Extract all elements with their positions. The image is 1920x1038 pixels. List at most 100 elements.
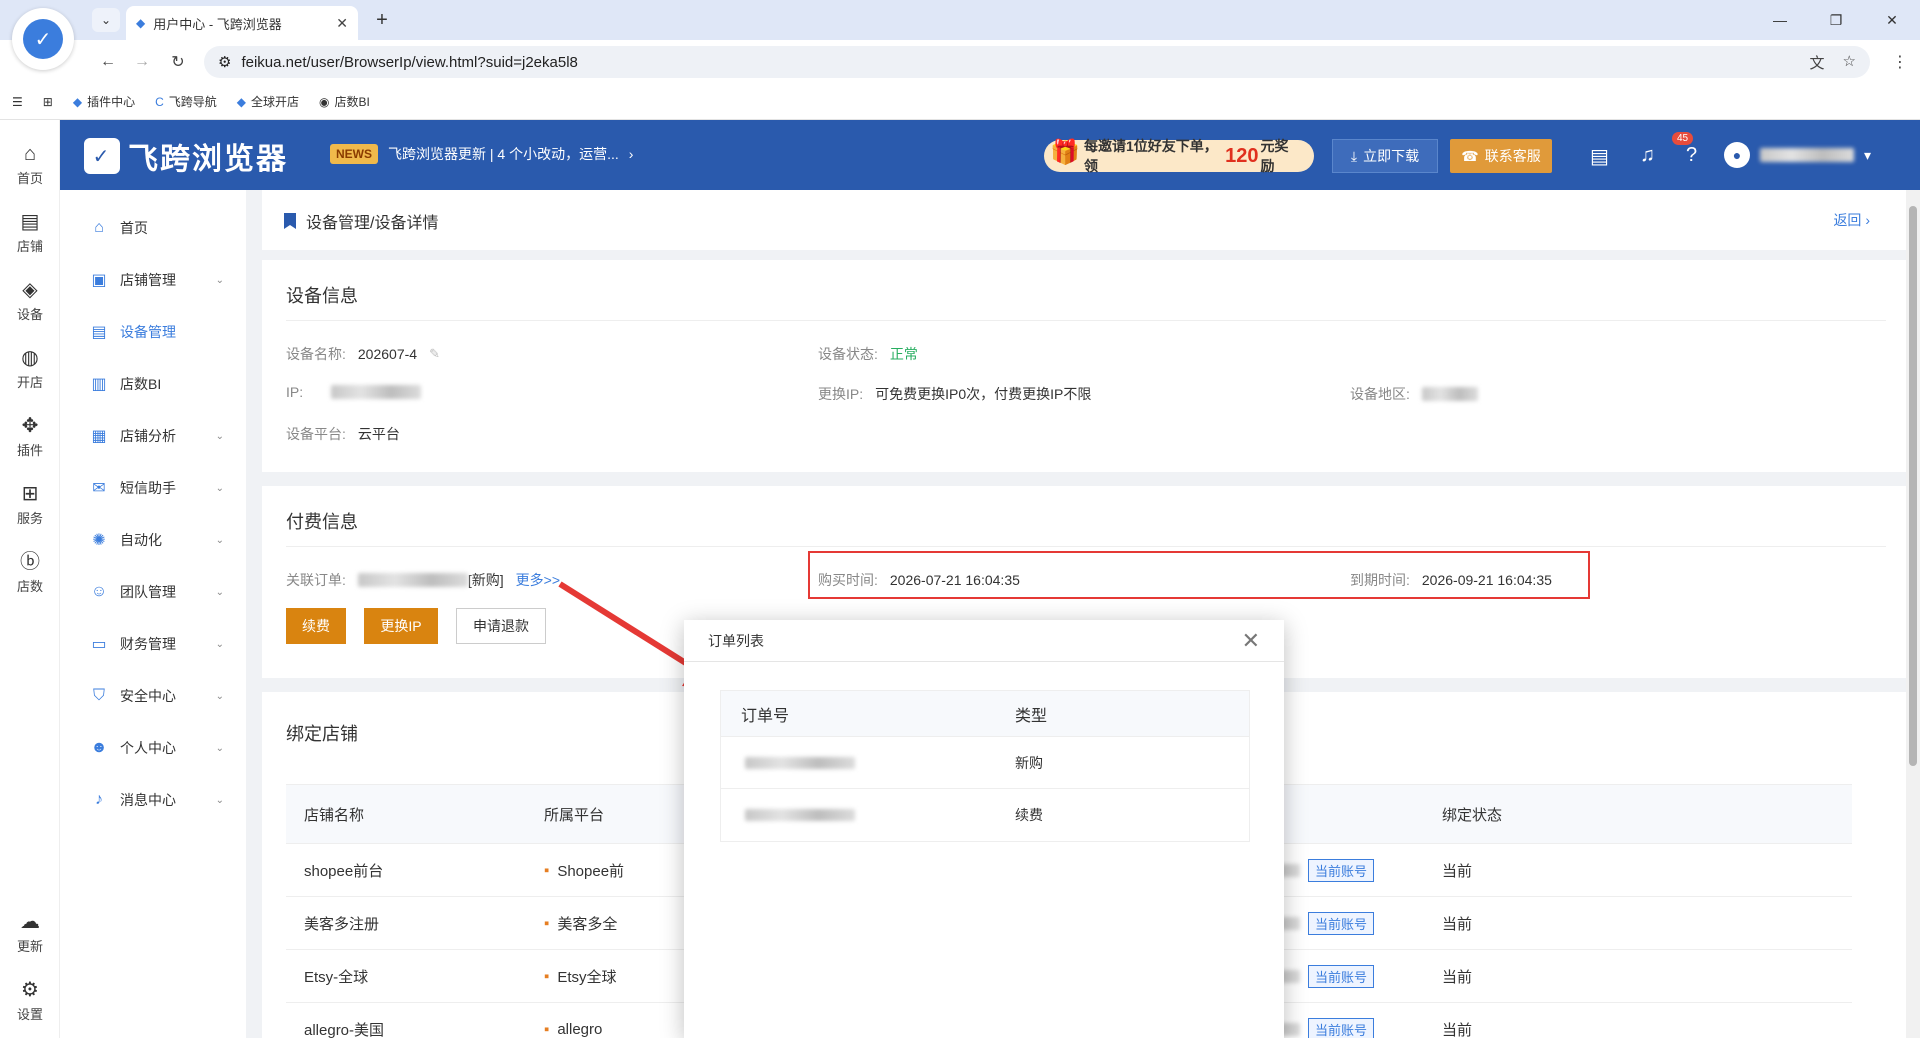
current-account-tag: 当前账号 xyxy=(1308,1017,1375,1038)
news-text: 飞跨浏览器更新 | 4 个小改动，运营... xyxy=(388,146,619,162)
order-no-redacted xyxy=(357,573,468,587)
bookmark-plugin-center[interactable]: ◆ 插件中心 xyxy=(73,93,135,110)
browser-logo: ✓ xyxy=(12,8,74,70)
news-ticker[interactable]: NEWS 飞跨浏览器更新 | 4 个小改动，运营... › xyxy=(330,144,633,164)
rail-bi[interactable]: ⓑ 店数 xyxy=(0,550,60,595)
rail-plugin[interactable]: ✥ 插件 xyxy=(0,414,60,459)
star-icon[interactable]: ☆ xyxy=(1843,52,1856,73)
forward-icon[interactable]: → xyxy=(130,50,154,74)
rail-service[interactable]: ⊞ 服务 xyxy=(0,482,60,527)
platform-icon: ▪ xyxy=(544,914,550,932)
translate-icon[interactable]: 文 xyxy=(1810,52,1825,73)
close-window-button[interactable]: ✕ xyxy=(1864,6,1920,34)
sidebar-item[interactable]: ☻ 个人中心 ⌄ xyxy=(60,728,246,768)
rail-store[interactable]: ▤ 店铺 xyxy=(0,210,60,255)
menu-icon: ▤ xyxy=(91,324,107,341)
minimize-button[interactable]: — xyxy=(1752,6,1808,34)
renew-button[interactable]: 续费 xyxy=(286,608,346,644)
bell-icon[interactable]: ♫ xyxy=(1640,144,1655,167)
sidebar-item[interactable]: ▥ 店数BI xyxy=(60,364,246,404)
rail-device[interactable]: ◈ 设备 xyxy=(0,278,60,323)
brand-logo[interactable]: ✓ 飞跨浏览器 xyxy=(84,134,288,178)
avatar: ● xyxy=(1724,142,1750,168)
reload-icon[interactable]: ↻ xyxy=(166,50,190,74)
menu-icon[interactable]: ⋮ xyxy=(1892,52,1908,72)
chevron-down-icon: ⌄ xyxy=(215,534,224,546)
bookmark-navigation[interactable]: C 飞跨导航 xyxy=(155,93,217,110)
sidebar-item[interactable]: ▣ 店铺管理 ⌄ xyxy=(60,260,246,300)
address-bar: ← → ↻ ⚙ feikua.net/user/BrowserIp/view.h… xyxy=(0,40,1920,84)
download-button[interactable]: ⤓ 立即下载 xyxy=(1332,139,1438,173)
scrollbar-thumb[interactable] xyxy=(1909,206,1917,766)
change-ip-button[interactable]: 更换IP xyxy=(364,608,438,644)
chevron-right-icon: › xyxy=(1865,212,1870,228)
sidebar-item[interactable]: ▤ 设备管理 xyxy=(60,312,246,352)
chevron-down-icon: ▾ xyxy=(1864,146,1872,163)
url-input[interactable]: ⚙ feikua.net/user/BrowserIp/view.html?su… xyxy=(204,46,1870,78)
rail-open-store[interactable]: ◍ 开店 xyxy=(0,346,60,391)
apps-icon[interactable]: ⊞ xyxy=(43,95,53,109)
edit-icon[interactable]: ✎ xyxy=(429,346,440,362)
refund-button[interactable]: 申请退款 xyxy=(456,608,546,644)
payment-info-title: 付费信息 xyxy=(286,512,358,532)
store-name: 美客多注册 xyxy=(304,915,380,933)
current-account-tag: 当前账号 xyxy=(1308,858,1375,882)
menu-icon: ☺ xyxy=(90,583,108,600)
sidebar-item[interactable]: ♪ 消息中心 ⌄ xyxy=(60,780,246,820)
store-platform: ▪ Etsy全球 xyxy=(544,967,617,986)
bind-status: 当前 xyxy=(1442,1021,1473,1038)
tab-search-button[interactable]: ⌄ xyxy=(92,8,120,32)
modal-title: 订单列表 xyxy=(684,620,1284,662)
new-tab-button[interactable]: + xyxy=(370,8,394,32)
username-redacted xyxy=(1760,148,1854,162)
store-icon: ▤ xyxy=(20,211,40,233)
rail-home[interactable]: ⌂ 首页 xyxy=(0,142,60,187)
bookmark-icon xyxy=(284,213,296,229)
page-scrollbar[interactable] xyxy=(1906,190,1920,1038)
sidebar-item[interactable]: ✉ 短信助手 ⌄ xyxy=(60,468,246,508)
back-icon[interactable]: ← xyxy=(96,50,120,74)
column-header: 所属平台 xyxy=(544,806,605,824)
chevron-down-icon: ⌄ xyxy=(215,742,224,754)
news-badge: NEWS xyxy=(330,144,378,164)
site-info-icon[interactable]: ⚙ xyxy=(218,53,231,71)
sidebar-item[interactable]: ▦ 店铺分析 ⌄ xyxy=(60,416,246,456)
bind-status: 当前 xyxy=(1442,862,1473,880)
sidebar-item[interactable]: ⛉ 安全中心 ⌄ xyxy=(60,676,246,716)
more-orders-link[interactable]: 更多>> xyxy=(516,570,560,590)
back-link[interactable]: 返回 › xyxy=(1833,210,1870,230)
browser-tab[interactable]: ◆ 用户中心 - 飞跨浏览器 ✕ xyxy=(126,6,358,40)
invite-banner[interactable]: 🎁 每邀请1位好友下单，领 120 元奖励 xyxy=(1044,138,1314,174)
close-icon[interactable]: ✕ xyxy=(1242,628,1260,654)
store-platform: ▪ Shopee前 xyxy=(544,861,625,880)
sidebar-item[interactable]: ⌂ 首页 xyxy=(60,208,246,248)
help-icon[interactable]: ? xyxy=(1686,144,1697,167)
sidebar-item[interactable]: ▭ 财务管理 ⌄ xyxy=(60,624,246,664)
sidebar-item[interactable]: ✺ 自动化 ⌄ xyxy=(60,520,246,560)
puzzle-icon: ✥ xyxy=(21,415,39,437)
contact-service-button[interactable]: ☎ 联系客服 xyxy=(1450,139,1552,173)
c-logo-icon: C xyxy=(155,94,164,109)
table-row: 续费 xyxy=(721,789,1249,841)
rail-settings[interactable]: ⚙ 设置 xyxy=(0,978,60,1023)
home-icon: ⌂ xyxy=(23,143,37,165)
rail-update[interactable]: ☁ 更新 xyxy=(0,910,60,955)
platform-icon: ▪ xyxy=(544,1020,550,1038)
divider xyxy=(286,546,1886,547)
order-no-redacted xyxy=(745,756,855,769)
close-icon[interactable]: ✕ xyxy=(336,15,348,32)
sidebar-item[interactable]: ☺ 团队管理 ⌄ xyxy=(60,572,246,612)
user-menu[interactable]: ● ▾ xyxy=(1724,142,1871,168)
bookmark-store-bi[interactable]: ◉ 店数BI xyxy=(319,93,370,110)
gift-icon: 🎁 xyxy=(1050,139,1080,166)
order-no-redacted xyxy=(745,809,855,821)
left-rail: ⌂ 首页 ▤ 店铺 ◈ 设备 ◍ 开店 ✥ 插件 ⊞ 服务 ⓑ 店数 ☁ 更新 ⚙ 设置 xyxy=(0,120,60,1038)
menu-icon: ☻ xyxy=(90,739,108,756)
bookmark-global-shop[interactable]: ◆ 全球开店 xyxy=(237,93,299,110)
download-icon: ⤓ xyxy=(1350,147,1358,164)
store-name: allegro-美国 xyxy=(304,1021,385,1038)
sidebar-toggle-icon[interactable]: ☰ xyxy=(12,95,23,109)
document-icon[interactable]: ▤ xyxy=(1590,144,1609,169)
device-info-card: 设备信息 设备名称: 202607-4 ✎ 设备状态: 正常 IP: 更换IP:… xyxy=(262,260,1920,472)
restore-button[interactable]: ❐ xyxy=(1808,6,1864,34)
